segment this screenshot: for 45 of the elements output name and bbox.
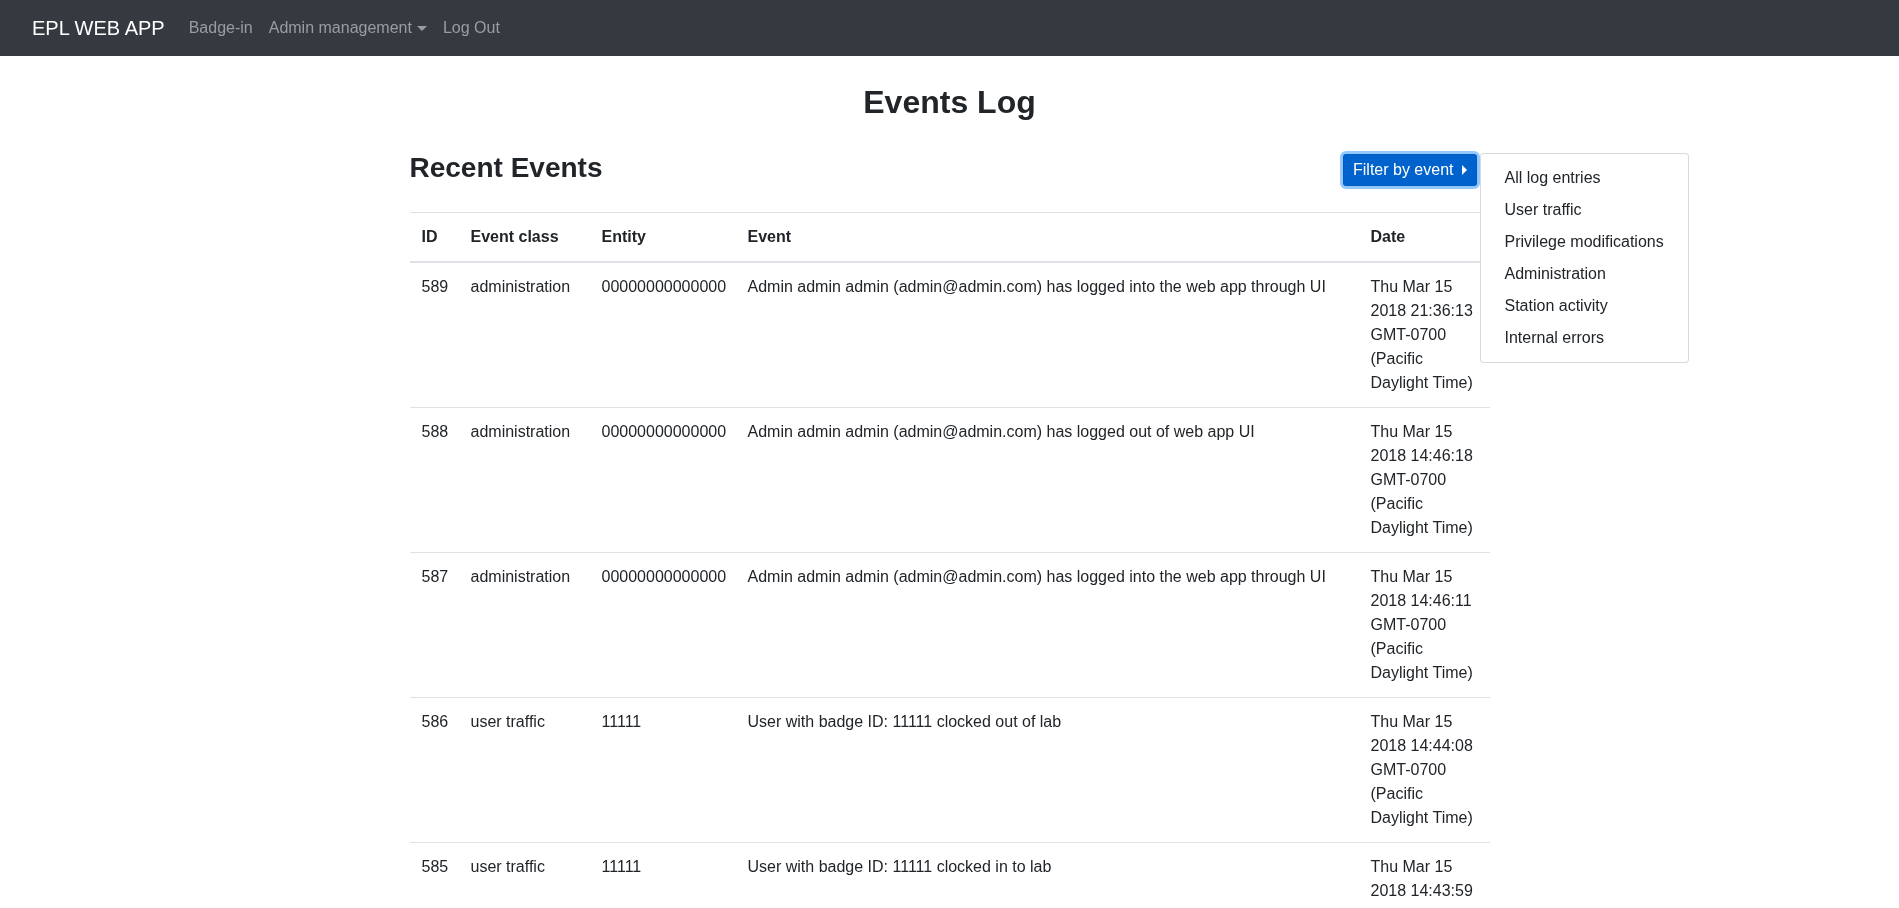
- column-header: ID: [421, 227, 438, 247]
- event-class-text: administration: [470, 422, 571, 442]
- page-title: Events Log: [863, 83, 1036, 121]
- brand-link[interactable]: EPL WEB APP: [32, 13, 165, 43]
- event-text: User with badge ID: 11111 clocked out of lab: [747, 712, 1062, 732]
- column-header: Date: [1370, 227, 1406, 247]
- column-header: Entity: [601, 227, 646, 247]
- date-text: Thu Mar 15 2018 14:44:08 GMT-0700 (Pacific Daylight Time): [1370, 712, 1474, 828]
- dropdown-item[interactable]: Station activity: [1480, 290, 1688, 322]
- caret-right-icon: [1461, 165, 1467, 175]
- entity-text: 00000000000000: [601, 567, 727, 587]
- dropdown-item[interactable]: User traffic: [1480, 194, 1688, 226]
- entity-text: 11111: [601, 712, 642, 732]
- nav-link[interactable]: Log Out: [434, 8, 508, 48]
- column-header: Event: [747, 227, 792, 247]
- nav-link[interactable]: Badge-in: [180, 8, 261, 48]
- event-id-text: 587: [421, 567, 449, 587]
- event-class-text: user traffic: [470, 712, 545, 732]
- dropdown-item[interactable]: Administration: [1480, 258, 1688, 290]
- date-text: Thu Mar 15 2018 14:46:18 GMT-0700 (Pacific Daylight Time): [1370, 422, 1474, 538]
- event-id-text: 589: [421, 277, 449, 297]
- filter-button[interactable]: Filter by event: [1340, 151, 1480, 189]
- event-text: Admin admin admin (admin@admin.com) has logged into the web app through UI: [747, 567, 1326, 587]
- event-text: User with badge ID: 11111 clocked in to lab: [747, 857, 1052, 877]
- date-text: Thu Mar 15 2018 14:43:59: [1370, 857, 1474, 901]
- dropdown-item[interactable]: All log entries: [1480, 162, 1688, 194]
- event-class-text: administration: [470, 277, 571, 297]
- date-text: Thu Mar 15 2018 14:46:11 GMT-0700 (Pacific Daylight Time): [1370, 567, 1474, 683]
- entity-text: 00000000000000: [601, 422, 727, 442]
- dropdown-item[interactable]: Internal errors: [1480, 322, 1688, 354]
- date-text: Thu Mar 15 2018 21:36:13 GMT-0700 (Pacific Daylight Time): [1370, 277, 1474, 393]
- nav-link[interactable]: Admin management: [260, 8, 435, 48]
- entity-text: 11111: [601, 857, 642, 877]
- event-text: Admin admin admin (admin@admin.com) has logged out of web app UI: [747, 422, 1255, 442]
- event-class-text: administration: [470, 567, 571, 587]
- entity-text: 00000000000000: [601, 277, 727, 297]
- event-text: Admin admin admin (admin@admin.com) has logged into the web app through UI: [747, 277, 1326, 297]
- event-id-text: 585: [421, 857, 449, 877]
- event-id-text: 586: [421, 712, 449, 732]
- event-class-text: user traffic: [470, 857, 545, 877]
- section-title: Recent Events: [409, 151, 603, 185]
- column-header: Event class: [470, 227, 559, 247]
- caret-down-icon: [416, 25, 427, 31]
- dropdown-item[interactable]: Privilege modifications: [1480, 226, 1688, 258]
- event-id-text: 588: [421, 422, 449, 442]
